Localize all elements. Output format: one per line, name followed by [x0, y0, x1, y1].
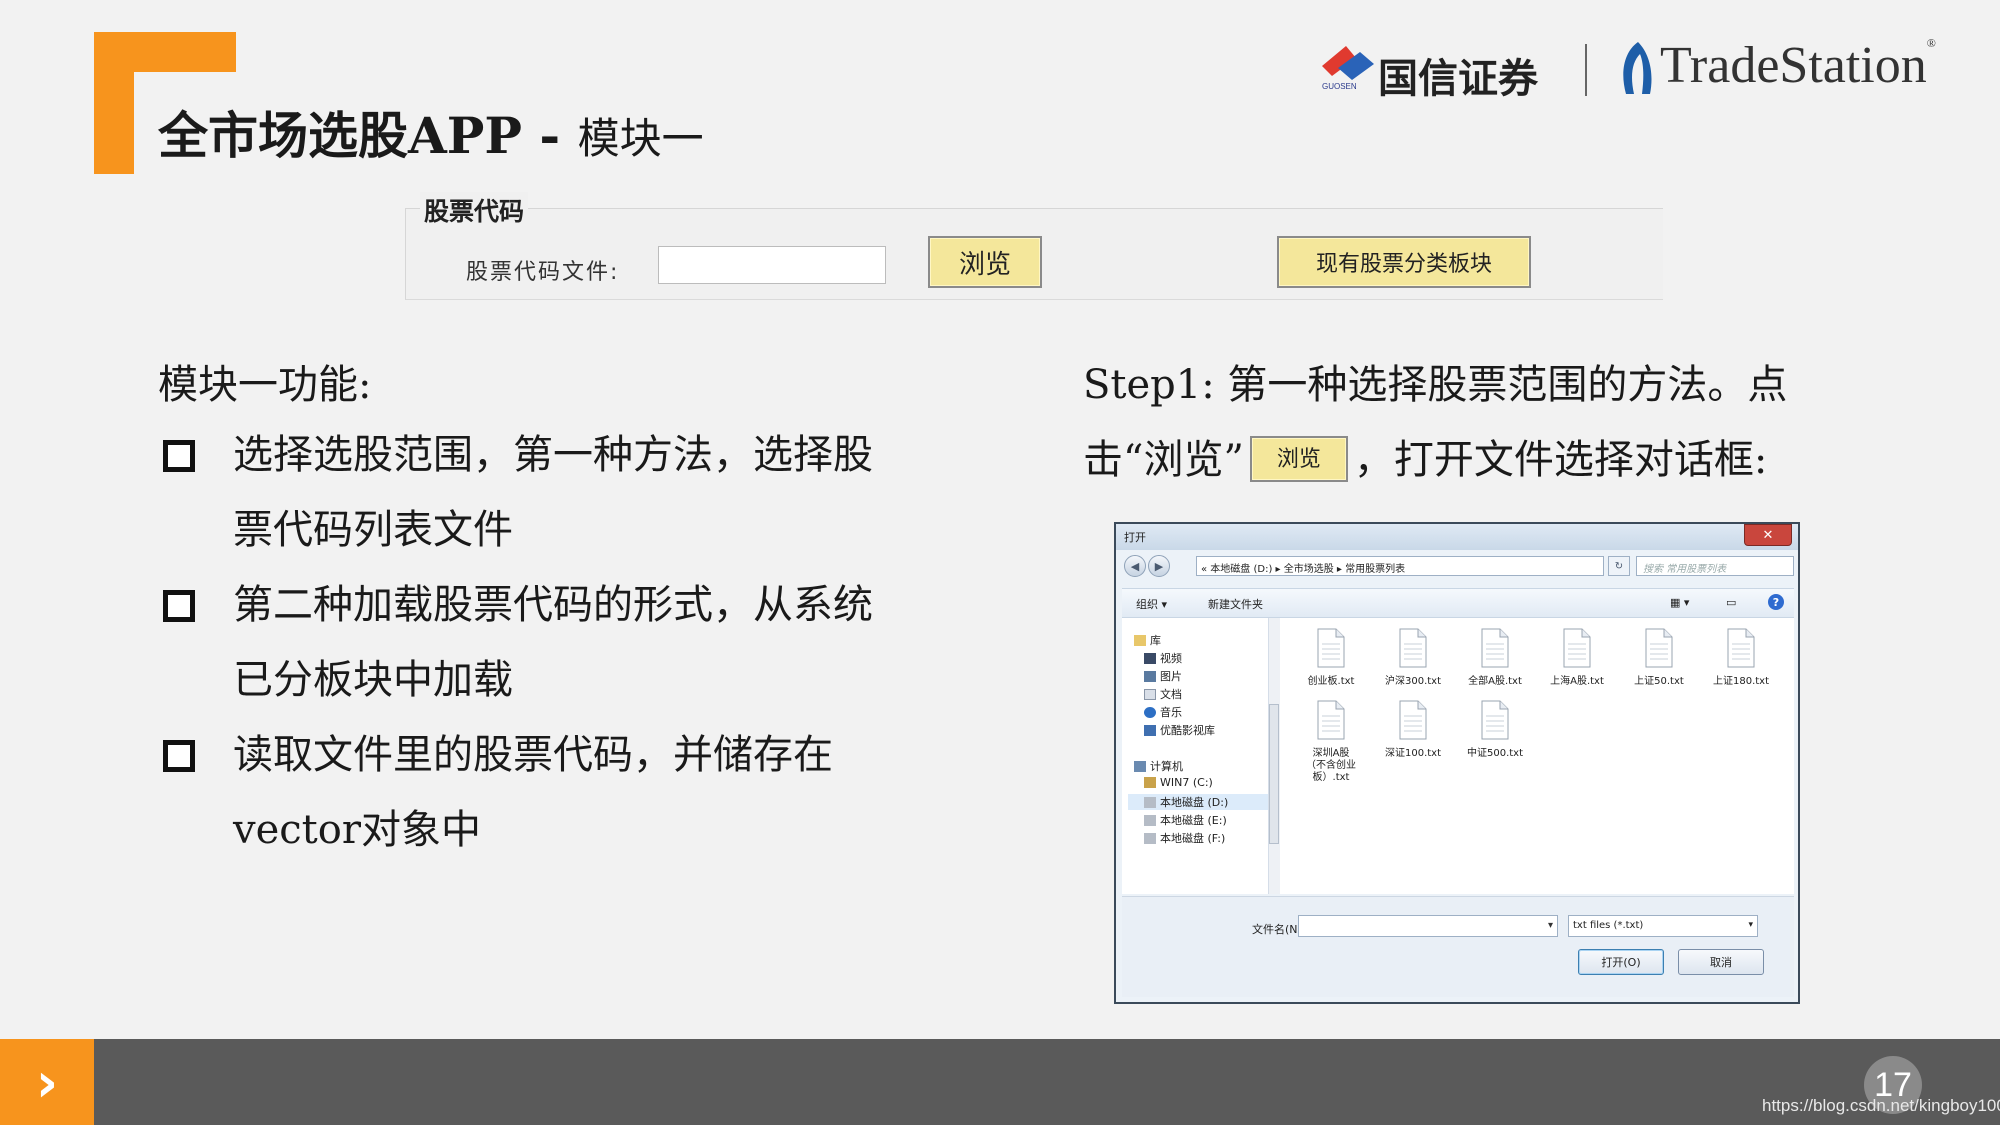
dialog-search-input[interactable]: 搜索 常用股票列表 — [1636, 556, 1794, 576]
text-file-icon — [1481, 700, 1509, 740]
file-type-select[interactable]: txt files (*.txt) ▾ — [1568, 915, 1758, 937]
nav-item-drive-c[interactable]: WIN7 (C:) — [1144, 776, 1213, 789]
module-features-heading: 模块一功能: — [158, 362, 372, 408]
text-file-icon — [1399, 700, 1427, 740]
text-file-icon — [1481, 628, 1509, 668]
file-item[interactable]: 上证180.txt — [1706, 628, 1776, 688]
orange-bracket-horizontal — [94, 32, 236, 72]
drive-icon — [1144, 796, 1156, 808]
slide-title: 全市场选股APP - 模块一 — [158, 106, 704, 165]
picture-icon — [1144, 670, 1156, 682]
file-open-dialog: 打开 ✕ ◀ ▶ « 本地磁盘 (D:) ▸ 全市场选股 ▸ 常用股票列表 ↻ … — [1114, 522, 1800, 1004]
nav-item-computer[interactable]: 计算机 — [1134, 758, 1183, 774]
text-file-icon — [1317, 700, 1345, 740]
drive-icon — [1144, 777, 1156, 788]
bullet-2: 第二种加载股票代码的形式，从系统 已分板块中加载 — [233, 582, 873, 703]
file-item[interactable]: 沪深300.txt — [1378, 628, 1448, 688]
file-item[interactable]: 全部A股.txt — [1460, 628, 1530, 688]
refresh-icon[interactable]: ↻ — [1608, 556, 1630, 576]
view-options-icon[interactable]: ▦ ▾ — [1670, 596, 1689, 609]
stock-code-file-label: 股票代码文件: — [466, 260, 620, 285]
youku-icon — [1144, 724, 1156, 736]
forward-icon[interactable]: ▶ — [1148, 555, 1170, 577]
dialog-title: 打开 — [1124, 531, 1146, 544]
inline-browse-button: 浏览 — [1249, 436, 1348, 482]
nav-scrollbar-thumb[interactable] — [1269, 704, 1279, 844]
organize-menu[interactable]: 组织 ▾ — [1136, 596, 1167, 612]
nav-item-music[interactable]: 音乐 — [1144, 704, 1182, 720]
open-button[interactable]: 打开(O) — [1578, 949, 1664, 975]
text-file-icon — [1645, 628, 1673, 668]
new-folder-button[interactable]: 新建文件夹 — [1208, 596, 1263, 612]
stock-code-legend: 股票代码 — [420, 192, 529, 228]
text-file-icon — [1563, 628, 1591, 668]
dialog-bottom-bar: 文件名(N): ▾ txt files (*.txt) ▾ 打开(O) 取消 — [1122, 896, 1794, 997]
file-item[interactable]: 深证100.txt — [1378, 700, 1448, 760]
filename-input[interactable]: ▾ — [1298, 915, 1558, 937]
nav-item-pictures[interactable]: 图片 — [1144, 668, 1182, 684]
existing-sectors-button[interactable]: 现有股票分类板块 — [1277, 236, 1531, 288]
slide-subtitle: 模块一 — [577, 114, 704, 163]
dialog-titlebar — [1116, 524, 1798, 550]
tradestation-logo-text: TradeStation® — [1660, 36, 1936, 94]
address-bar[interactable]: « 本地磁盘 (D:) ▸ 全市场选股 ▸ 常用股票列表 — [1196, 556, 1604, 576]
bullet-3: 读取文件里的股票代码，并储存在 vector对象中 — [233, 732, 833, 853]
file-item[interactable]: 深圳A股（不含创业板）.txt — [1296, 700, 1366, 784]
drive-icon — [1144, 814, 1156, 826]
nav-item-videos[interactable]: 视频 — [1144, 650, 1182, 666]
text-file-icon — [1727, 628, 1755, 668]
library-icon — [1134, 634, 1146, 646]
watermark: https://blog.csdn.net/kingboy100 — [1762, 1096, 2000, 1115]
files-pane: 创业板.txt 沪深300.txt 全部A股.txt 上海A股.txt 上证50… — [1280, 618, 1794, 894]
nav-item-drive-f[interactable]: 本地磁盘 (F:) — [1144, 830, 1225, 846]
next-arrow-icon[interactable]: › — [0, 1039, 94, 1125]
bullet-checkbox-icon — [163, 740, 195, 772]
bullet-checkbox-icon — [163, 440, 195, 472]
file-item[interactable]: 创业板.txt — [1296, 628, 1366, 688]
guosen-logo-text: 国信证券 — [1378, 55, 1538, 102]
bullet-1: 选择选股范围，第一种方法，选择股 票代码列表文件 — [233, 432, 873, 553]
help-icon[interactable]: ? — [1768, 594, 1784, 610]
nav-item-documents[interactable]: 文档 — [1144, 686, 1182, 702]
cancel-button[interactable]: 取消 — [1678, 949, 1764, 975]
file-item[interactable]: 上海A股.txt — [1542, 628, 1612, 688]
step1-description: Step1: 第一种选择股票范围的方法。点 击“浏览” 浏览 ，打开文件选择对话框: — [1083, 362, 1788, 483]
file-item[interactable]: 中证500.txt — [1460, 700, 1530, 760]
back-icon[interactable]: ◀ — [1124, 555, 1146, 577]
guosen-logo-small: GUOSEN — [1322, 82, 1357, 91]
video-icon — [1144, 652, 1156, 664]
dialog-nav-row: ◀ ▶ « 本地磁盘 (D:) ▸ 全市场选股 ▸ 常用股票列表 ↻ 搜索 常用… — [1122, 554, 1794, 580]
text-file-icon — [1317, 628, 1345, 668]
chevron-down-icon[interactable]: ▾ — [1548, 920, 1553, 931]
footer-bar — [0, 1039, 2000, 1125]
music-icon — [1144, 706, 1156, 718]
bullet-checkbox-icon — [163, 590, 195, 622]
dialog-toolbar: 组织 ▾ 新建文件夹 ▦ ▾ ▭ ? — [1122, 588, 1794, 618]
computer-icon — [1134, 760, 1146, 772]
document-icon — [1144, 688, 1156, 700]
close-icon[interactable]: ✕ — [1744, 524, 1792, 546]
guosen-logo-icon — [1322, 46, 1374, 80]
stock-code-file-input[interactable] — [658, 246, 886, 284]
chevron-down-icon: ▾ — [1748, 920, 1753, 930]
nav-item-drive-e[interactable]: 本地磁盘 (E:) — [1144, 812, 1227, 828]
browse-button[interactable]: 浏览 — [928, 236, 1042, 288]
nav-item-drive-d[interactable]: 本地磁盘 (D:) — [1128, 794, 1268, 810]
dialog-nav-pane: 库 视频 图片 文档 音乐 优酷影视库 计算机 WIN7 (C:) 本地磁盘 (… — [1122, 618, 1269, 894]
preview-pane-icon[interactable]: ▭ — [1726, 596, 1736, 609]
nav-item-youku[interactable]: 优酷影视库 — [1144, 722, 1215, 738]
drive-icon — [1144, 832, 1156, 844]
file-item[interactable]: 上证50.txt — [1624, 628, 1694, 688]
tradestation-logo-icon — [1623, 42, 1652, 94]
text-file-icon — [1399, 628, 1427, 668]
nav-item-library[interactable]: 库 — [1134, 632, 1161, 648]
logo-separator — [1585, 44, 1587, 96]
